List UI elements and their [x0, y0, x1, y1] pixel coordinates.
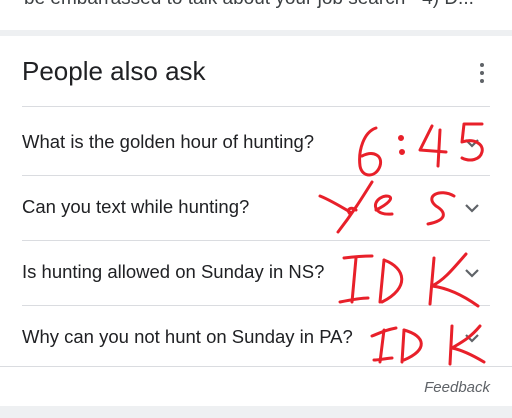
previous-result-snippet: be embarrassed to talk about your job se… [0, 0, 512, 30]
chevron-down-icon [465, 139, 479, 148]
question-row[interactable]: Why can you not hunt on Sunday in PA? [0, 306, 512, 370]
question-text: What is the golden hour of hunting? [22, 131, 315, 152]
footer-divider [0, 366, 512, 367]
question-text: Can you text while hunting? [22, 196, 250, 217]
chevron-down-icon [465, 269, 479, 278]
feedback-link[interactable]: Feedback [424, 379, 490, 396]
section-title: People also ask [22, 56, 206, 86]
question-text: Is hunting allowed on Sunday in NS? [22, 261, 325, 282]
more-vert-icon[interactable] [472, 60, 492, 86]
question-text: Why can you not hunt on Sunday in PA? [22, 326, 353, 347]
question-row[interactable]: Is hunting allowed on Sunday in NS? [0, 241, 512, 305]
people-also-ask-card: People also ask What is the golden hour … [0, 36, 512, 406]
snippet-text: be embarrassed to talk about your job se… [24, 0, 474, 10]
chevron-down-icon [465, 334, 479, 343]
question-row[interactable]: What is the golden hour of hunting? [0, 111, 512, 175]
question-row[interactable]: Can you text while hunting? [0, 176, 512, 240]
divider [22, 106, 490, 107]
chevron-down-icon [465, 204, 479, 213]
